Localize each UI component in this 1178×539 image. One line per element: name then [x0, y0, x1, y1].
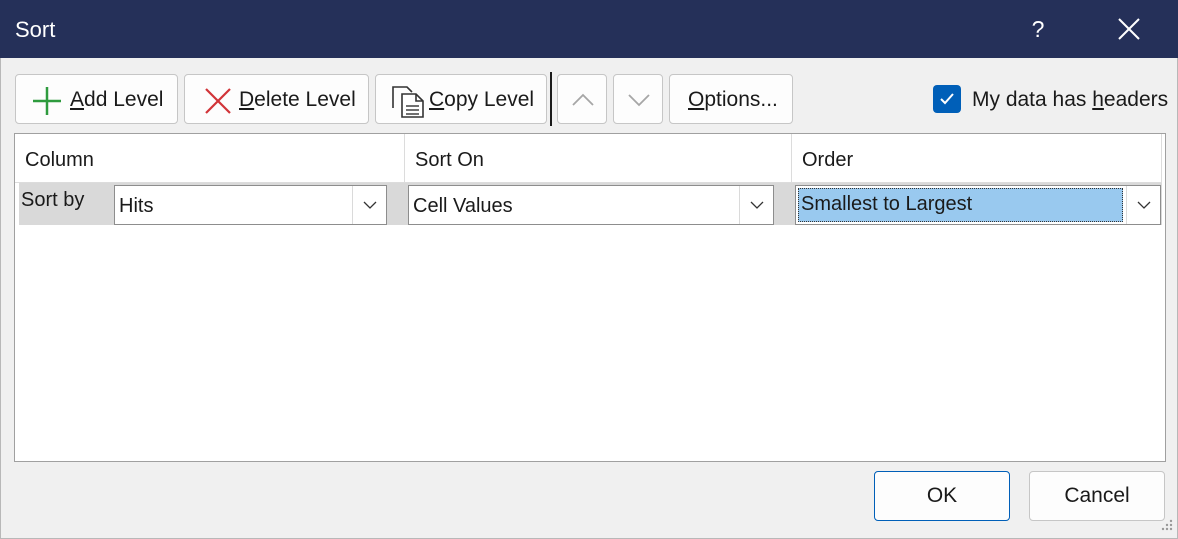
copy-level-label: Copy Level — [429, 88, 535, 111]
add-level-label: Add Level — [70, 88, 164, 111]
close-icon — [1118, 18, 1140, 40]
chevron-down-icon — [750, 201, 764, 209]
order-value: Smallest to Largest — [798, 188, 1123, 222]
row-label: Sort by — [21, 189, 85, 211]
column-header-sort-on: Sort On — [405, 134, 792, 182]
plus-icon — [33, 87, 61, 115]
close-button[interactable] — [1108, 10, 1150, 50]
copy-level-button[interactable]: Copy Level — [375, 74, 547, 124]
sort-column-dropdown[interactable]: Hits — [114, 185, 387, 225]
dropdown-button[interactable] — [352, 186, 386, 224]
sort-column-value: Hits — [119, 195, 154, 217]
copy-icon — [392, 86, 424, 118]
sort-on-value: Cell Values — [413, 195, 513, 217]
options-button[interactable]: Options... — [669, 74, 793, 124]
toolbar-separator — [550, 72, 552, 126]
column-header-order: Order — [792, 134, 1162, 182]
x-icon — [205, 88, 231, 114]
headers-checkbox[interactable] — [933, 85, 961, 113]
dialog-title: Sort — [15, 17, 56, 42]
move-up-button[interactable] — [557, 74, 607, 124]
delete-level-label: Delete Level — [239, 88, 356, 111]
checkmark-icon — [940, 93, 954, 105]
sort-on-dropdown[interactable]: Cell Values — [408, 185, 774, 225]
dialog-body: Add Level Delete Level Copy Level Option — [0, 58, 1178, 539]
dropdown-button[interactable] — [739, 186, 773, 224]
sort-levels-grid: Column Sort On Order Sort by Hits Cell V… — [14, 133, 1166, 462]
resize-grip-icon[interactable] — [1158, 517, 1174, 533]
chevron-up-icon — [572, 93, 594, 106]
options-label: Options... — [688, 88, 778, 111]
cancel-button[interactable]: Cancel — [1029, 471, 1165, 521]
order-dropdown[interactable]: Smallest to Largest — [795, 185, 1161, 225]
move-down-button[interactable] — [613, 74, 663, 124]
column-header-column: Column — [15, 134, 405, 182]
add-level-button[interactable]: Add Level — [15, 74, 178, 124]
dropdown-button[interactable] — [1126, 186, 1160, 224]
chevron-down-icon — [1137, 201, 1151, 209]
title-bar: Sort ? — [0, 0, 1178, 58]
chevron-down-icon — [628, 94, 650, 107]
help-button[interactable]: ? — [1018, 8, 1058, 50]
sort-level-row[interactable]: Sort by Hits Cell Values Smallest to Lar… — [19, 183, 1162, 225]
delete-level-button[interactable]: Delete Level — [184, 74, 369, 124]
headers-checkbox-label[interactable]: My data has headers — [972, 88, 1168, 112]
ok-button[interactable]: OK — [874, 471, 1010, 521]
chevron-down-icon — [363, 201, 377, 209]
